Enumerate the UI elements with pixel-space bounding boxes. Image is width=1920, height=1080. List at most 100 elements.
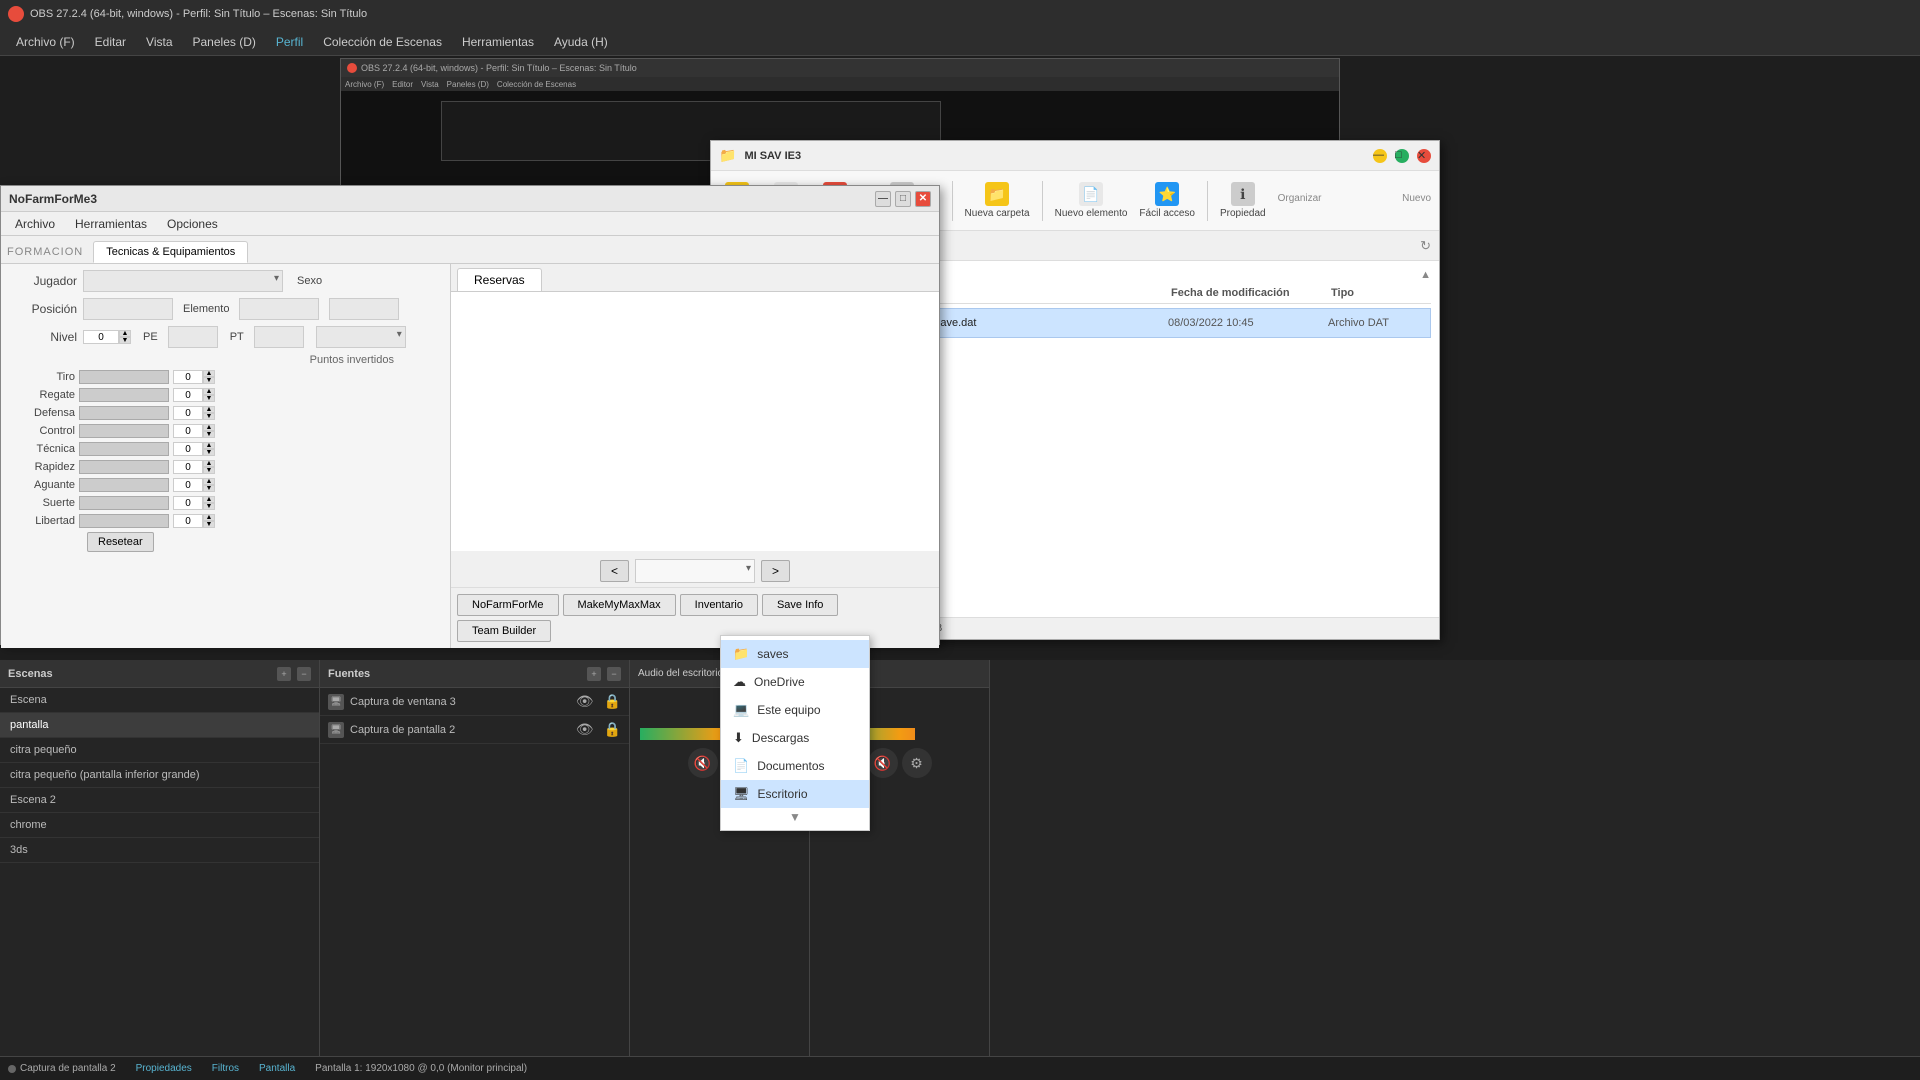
fe-propiedad-btn[interactable]: ℹ Propiedad [1220,182,1266,219]
nffm-minimize-btn[interactable]: — [875,191,891,207]
nffm-stat-up-1[interactable]: ▲ [203,388,215,395]
nffm-stat-input-5[interactable] [173,460,203,474]
context-menu-onedrive[interactable]: ☁ OneDrive [721,668,869,696]
obs-source-item-1[interactable]: 🖥 Captura de pantalla 2 👁 🔒 [320,716,629,744]
nffm-stat-input-2[interactable] [173,406,203,420]
nffm-btn-save-info[interactable]: Save Info [762,594,838,616]
nffm-stat-up-7[interactable]: ▲ [203,496,215,503]
fe-nuevo-elemento-btn[interactable]: 📄 Nuevo elemento [1055,182,1128,219]
fe-col-date-header[interactable]: Fecha de modificación [1171,287,1331,299]
nffm-stat-down-0[interactable]: ▼ [203,377,215,384]
nffm-stat-up-0[interactable]: ▲ [203,370,215,377]
obs-scene-item-0[interactable]: Escena [0,688,319,713]
obs-scenes-add-btn[interactable]: + [277,667,291,681]
nffm-stat-up-8[interactable]: ▲ [203,514,215,521]
menu-coleccion[interactable]: Colección de Escenas [315,31,450,53]
nffm-resetear-btn[interactable]: Resetear [87,532,154,552]
menu-archivo[interactable]: Archivo (F) [8,31,83,53]
obs-source-lock-0[interactable]: 🔒 [604,693,621,710]
fe-refresh-btn[interactable]: ↻ [1420,238,1431,254]
nffm-stat-down-2[interactable]: ▼ [203,413,215,420]
obs-source-eye-1[interactable]: 👁 [576,721,594,738]
obs-source-eye-0[interactable]: 👁 [576,693,594,710]
nffm-stat-input-8[interactable] [173,514,203,528]
nffm-stat-up-5[interactable]: ▲ [203,460,215,467]
nffm-btn-inventario[interactable]: Inventario [680,594,758,616]
nffm-nivel-up[interactable]: ▲ [119,330,131,337]
nffm-nav-prev[interactable]: < [600,560,629,582]
obs-sources-remove-btn[interactable]: − [607,667,621,681]
nffm-stat-input-0[interactable] [173,370,203,384]
nffm-stat-up-4[interactable]: ▲ [203,442,215,449]
obs-scene-item-4[interactable]: Escena 2 [0,788,319,813]
nffm-stat-up-3[interactable]: ▲ [203,424,215,431]
nffm-stat-input-4[interactable] [173,442,203,456]
nffm-stat-input-1[interactable] [173,388,203,402]
obs-sources-add-btn[interactable]: + [587,667,601,681]
context-menu-scroll-arrow[interactable]: ▼ [721,808,869,826]
fe-nueva-carpeta-btn[interactable]: 📁 Nueva carpeta [965,182,1030,219]
menu-editar[interactable]: Editar [87,31,134,53]
nffm-nivel-input[interactable] [83,330,119,344]
obs-audio-mute-0[interactable]: 🔇 [688,748,718,778]
fe-minimize-btn[interactable]: — [1373,149,1387,163]
fe-facil-acceso-btn[interactable]: ⭐ Fácil acceso [1139,182,1195,219]
nffm-close-btn[interactable]: ✕ [915,191,931,207]
menu-vista[interactable]: Vista [138,31,180,53]
nffm-btn-nofarmforme[interactable]: NoFarmForMe [457,594,559,616]
nffm-stat-up-6[interactable]: ▲ [203,478,215,485]
nffm-btn-team-builder[interactable]: Team Builder [457,620,551,642]
obs-scenes-remove-btn[interactable]: − [297,667,311,681]
obs-scene-item-6[interactable]: 3ds [0,838,319,863]
nffm-stat-down-4[interactable]: ▼ [203,449,215,456]
fe-maximize-btn[interactable]: □ [1395,149,1409,163]
obs-scene-item-1[interactable]: pantalla [0,713,319,738]
nffm-pt-input[interactable] [254,326,304,348]
fe-file-row[interactable]: 📄 a3O_save.dat 08/03/2022 10:45 Archivo … [879,308,1431,338]
obs-audio-settings-1[interactable]: ⚙ [902,748,932,778]
nffm-elemento-input[interactable] [239,298,319,320]
nffm-posicion-input[interactable] [83,298,173,320]
nffm-pe-input[interactable] [168,326,218,348]
nffm-stat-down-6[interactable]: ▼ [203,485,215,492]
nffm-stat-down-1[interactable]: ▼ [203,395,215,402]
context-menu-documentos[interactable]: 📄 Documentos [721,752,869,780]
nffm-stat-up-2[interactable]: ▲ [203,406,215,413]
nffm-stat-down-7[interactable]: ▼ [203,503,215,510]
menu-herramientas[interactable]: Herramientas [454,31,542,53]
obs-source-lock-1[interactable]: 🔒 [604,721,621,738]
obs-scene-item-5[interactable]: chrome [0,813,319,838]
nffm-nav-next[interactable]: > [761,560,790,582]
nffm-elemento-extra-input[interactable] [329,298,399,320]
nffm-pt-select[interactable] [316,326,406,348]
fe-col-type-header[interactable]: Tipo [1331,287,1431,299]
nffm-jugador-select[interactable] [83,270,283,292]
nffm-menu-opciones[interactable]: Opciones [159,214,226,234]
nffm-stat-down-8[interactable]: ▼ [203,521,215,528]
obs-scene-item-3[interactable]: citra pequeño (pantalla inferior grande) [0,763,319,788]
fe-close-btn[interactable]: ✕ [1417,149,1431,163]
nffm-stat-down-3[interactable]: ▼ [203,431,215,438]
nffm-nivel-down[interactable]: ▼ [119,337,131,344]
obs-status-screen[interactable]: Pantalla [259,1063,295,1074]
nffm-tab-reservas[interactable]: Reservas [457,268,542,291]
obs-audio-mute-1[interactable]: 🔇 [868,748,898,778]
nffm-nav-select[interactable] [635,559,755,583]
context-menu-equipo[interactable]: 💻 Este equipo [721,696,869,724]
nffm-stat-input-3[interactable] [173,424,203,438]
nffm-menu-archivo[interactable]: Archivo [7,214,63,234]
obs-source-item-0[interactable]: 🖥 Captura de ventana 3 👁 🔒 [320,688,629,716]
menu-ayuda[interactable]: Ayuda (H) [546,31,616,53]
context-menu-descargas[interactable]: ⬇ Descargas [721,724,869,752]
nffm-tab-tecnicas[interactable]: Tecnicas & Equipamientos [93,241,248,263]
nffm-stat-down-5[interactable]: ▼ [203,467,215,474]
context-menu-escritorio[interactable]: 🖥 Escritorio [721,780,869,808]
nffm-maximize-btn[interactable]: □ [895,191,911,207]
nffm-stat-input-6[interactable] [173,478,203,492]
obs-status-filters[interactable]: Filtros [212,1063,239,1074]
obs-status-properties[interactable]: Propiedades [136,1063,192,1074]
context-menu-saves[interactable]: 📁 saves [721,640,869,668]
menu-paneles[interactable]: Paneles (D) [185,31,264,53]
nffm-stat-input-7[interactable] [173,496,203,510]
obs-scene-item-2[interactable]: citra pequeño [0,738,319,763]
